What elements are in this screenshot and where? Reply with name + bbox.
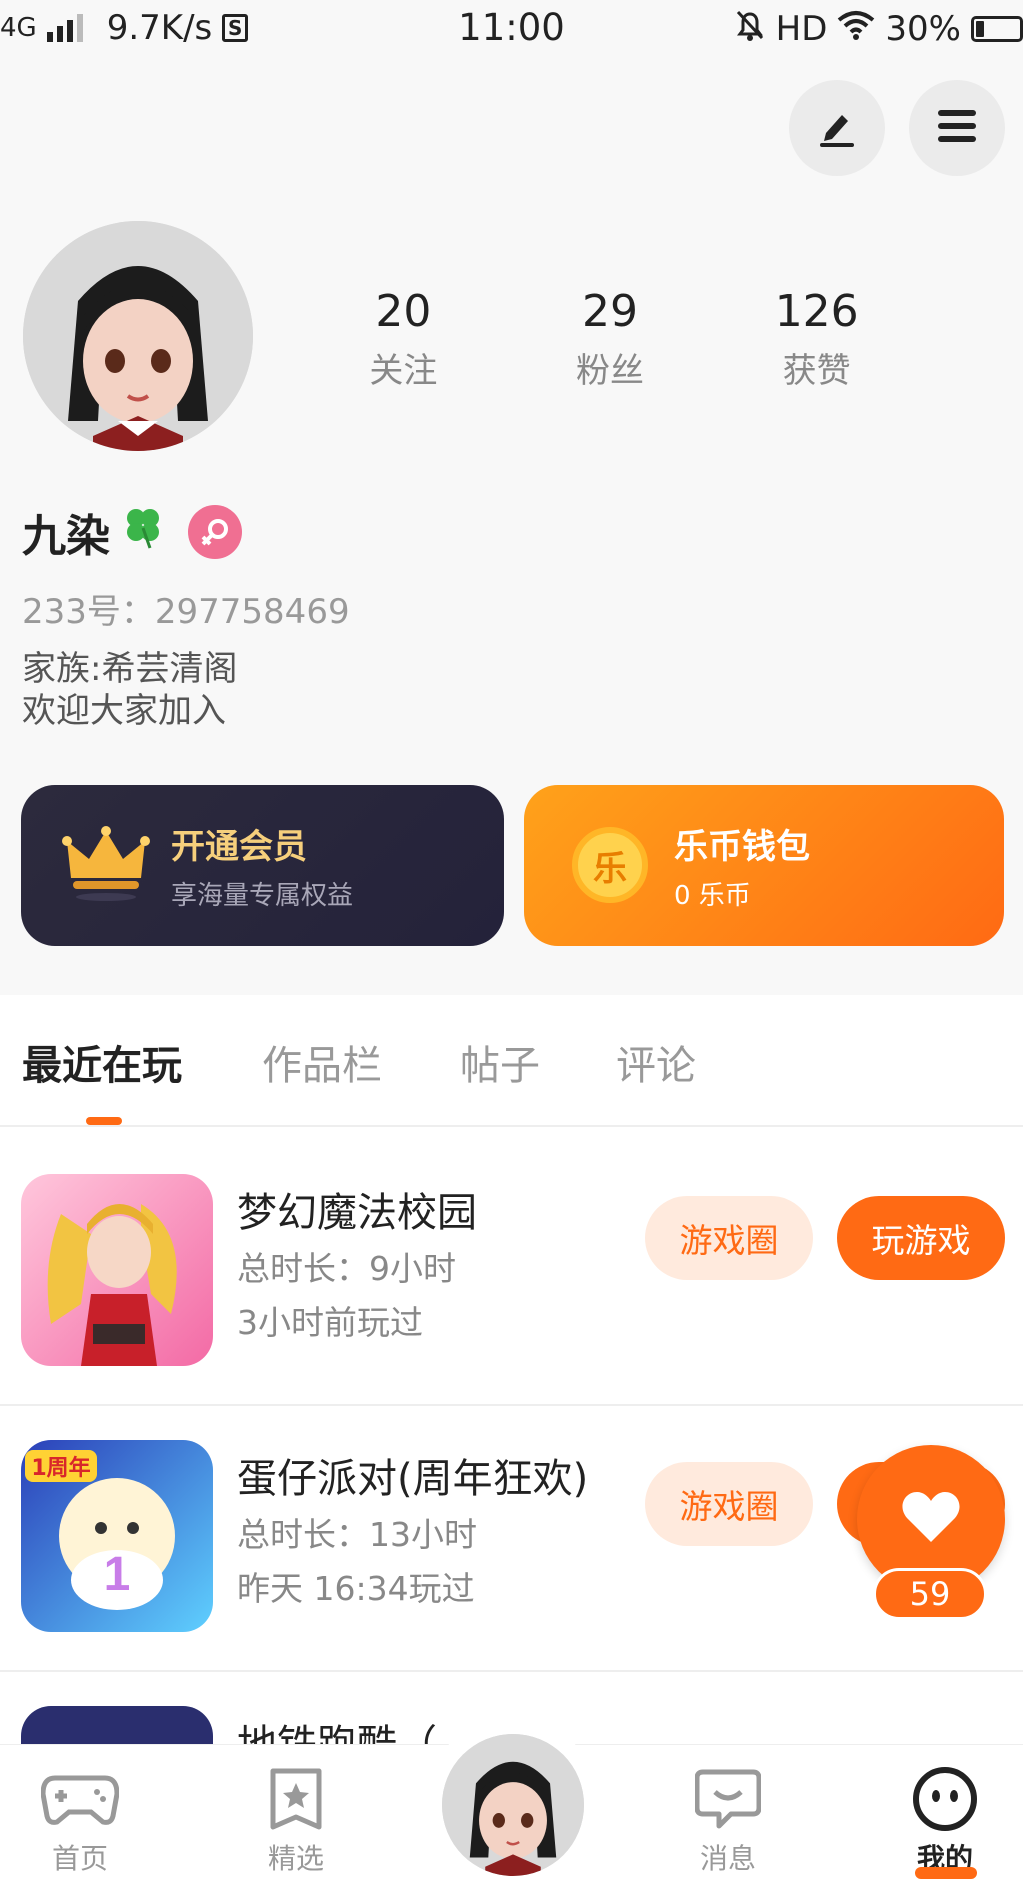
nav-mine[interactable]: 我的	[885, 1763, 1005, 1877]
active-tab-indicator	[86, 1117, 122, 1125]
play-game-button[interactable]: 玩游戏	[837, 1196, 1005, 1280]
crown-icon	[61, 823, 151, 903]
like-count: 59	[873, 1568, 987, 1620]
game-title: 梦幻魔法校园	[237, 1190, 477, 1236]
profile-stats: 20 关注 29 粉丝 126 获赞	[300, 285, 920, 392]
vip-membership-card[interactable]: 开通会员 享海量专属权益	[21, 785, 504, 946]
game-icon-dream-magic	[21, 1174, 213, 1366]
game-icon-eggy-party: 1 1周年	[21, 1440, 213, 1632]
active-nav-indicator	[915, 1867, 977, 1879]
game-circle-button[interactable]: 游戏圈	[645, 1196, 813, 1280]
stat-label: 粉丝	[576, 351, 644, 391]
wallet-card[interactable]: 乐 乐币钱包 0 乐币	[524, 785, 1004, 946]
stat-following[interactable]: 20 关注	[300, 285, 507, 392]
username-row: 九染	[22, 500, 242, 564]
edit-profile-button[interactable]	[789, 80, 885, 176]
female-gender-icon	[188, 505, 242, 559]
wifi-icon	[837, 9, 875, 49]
user-bio: 家族:希芸清阁 欢迎大家加入	[22, 648, 237, 732]
content-tabs: 最近在玩 作品栏 帖子 评论	[0, 995, 1023, 1127]
nav-label: 首页	[51, 1842, 108, 1875]
game-last-played: 昨天 16:34玩过	[237, 1569, 475, 1608]
clover-icon	[120, 504, 166, 561]
game-duration: 总时长：13小时	[237, 1515, 477, 1554]
wallet-card-title: 乐币钱包	[674, 827, 810, 867]
face-icon	[905, 1763, 985, 1835]
game-duration: 总时长：9小时	[237, 1249, 456, 1288]
username: 九染	[22, 511, 110, 562]
stat-likes[interactable]: 126 获赞	[713, 285, 920, 392]
game-last-played: 3小时前玩过	[237, 1303, 423, 1342]
menu-button[interactable]	[909, 80, 1005, 176]
game-title: 蛋仔派对(周年狂欢)	[237, 1456, 589, 1502]
battery-icon	[971, 16, 1023, 42]
stat-value: 126	[774, 286, 859, 337]
anniversary-badge: 1周年	[31, 1455, 90, 1481]
tab-posts[interactable]: 帖子	[460, 1033, 540, 1091]
gamepad-icon	[40, 1763, 120, 1835]
nav-featured[interactable]: 精选	[236, 1763, 356, 1877]
heart-icon	[901, 1490, 961, 1548]
nav-avatar-button[interactable]	[442, 1734, 584, 1876]
game-row[interactable]: 梦幻魔法校园 总时长：9小时 3小时前玩过 游戏圈 玩游戏	[0, 1140, 1023, 1406]
star-bookmark-icon	[256, 1763, 336, 1835]
stat-value: 20	[375, 286, 432, 337]
vip-card-title: 开通会员	[171, 827, 307, 867]
bio-line: 家族:希芸清阁	[22, 649, 238, 689]
game-circle-button[interactable]: 游戏圈	[645, 1462, 813, 1546]
tab-comments[interactable]: 评论	[616, 1033, 696, 1091]
profile-avatar[interactable]	[23, 221, 253, 451]
wallet-card-balance: 0 乐币	[674, 881, 751, 911]
tab-recent-played[interactable]: 最近在玩	[22, 1033, 182, 1091]
nav-home[interactable]: 首页	[20, 1763, 140, 1877]
pencil-icon	[814, 103, 860, 153]
stat-value: 29	[582, 286, 638, 337]
nav-label: 消息	[699, 1842, 756, 1875]
user-id: 233号：297758469	[22, 592, 350, 632]
stat-label: 关注	[369, 351, 438, 391]
vip-card-subtitle: 享海量专属权益	[171, 881, 354, 911]
status-bar: 4G 9.7K/s S 11:00 HD 30%	[0, 0, 1023, 56]
hamburger-icon	[934, 106, 980, 150]
bio-line: 欢迎大家加入	[22, 691, 226, 731]
hd-indicator: HD	[775, 9, 828, 49]
stat-label: 获赞	[782, 351, 851, 391]
mute-bell-icon	[734, 8, 766, 50]
nav-label: 精选	[267, 1842, 324, 1875]
chat-bubble-icon	[688, 1763, 768, 1835]
battery-percent: 30%	[885, 9, 961, 49]
svg-text:1: 1	[104, 1548, 131, 1601]
nav-messages[interactable]: 消息	[668, 1763, 788, 1877]
stat-fans[interactable]: 29 粉丝	[507, 285, 714, 392]
tab-works[interactable]: 作品栏	[262, 1033, 382, 1091]
coin-icon: 乐	[572, 827, 648, 903]
